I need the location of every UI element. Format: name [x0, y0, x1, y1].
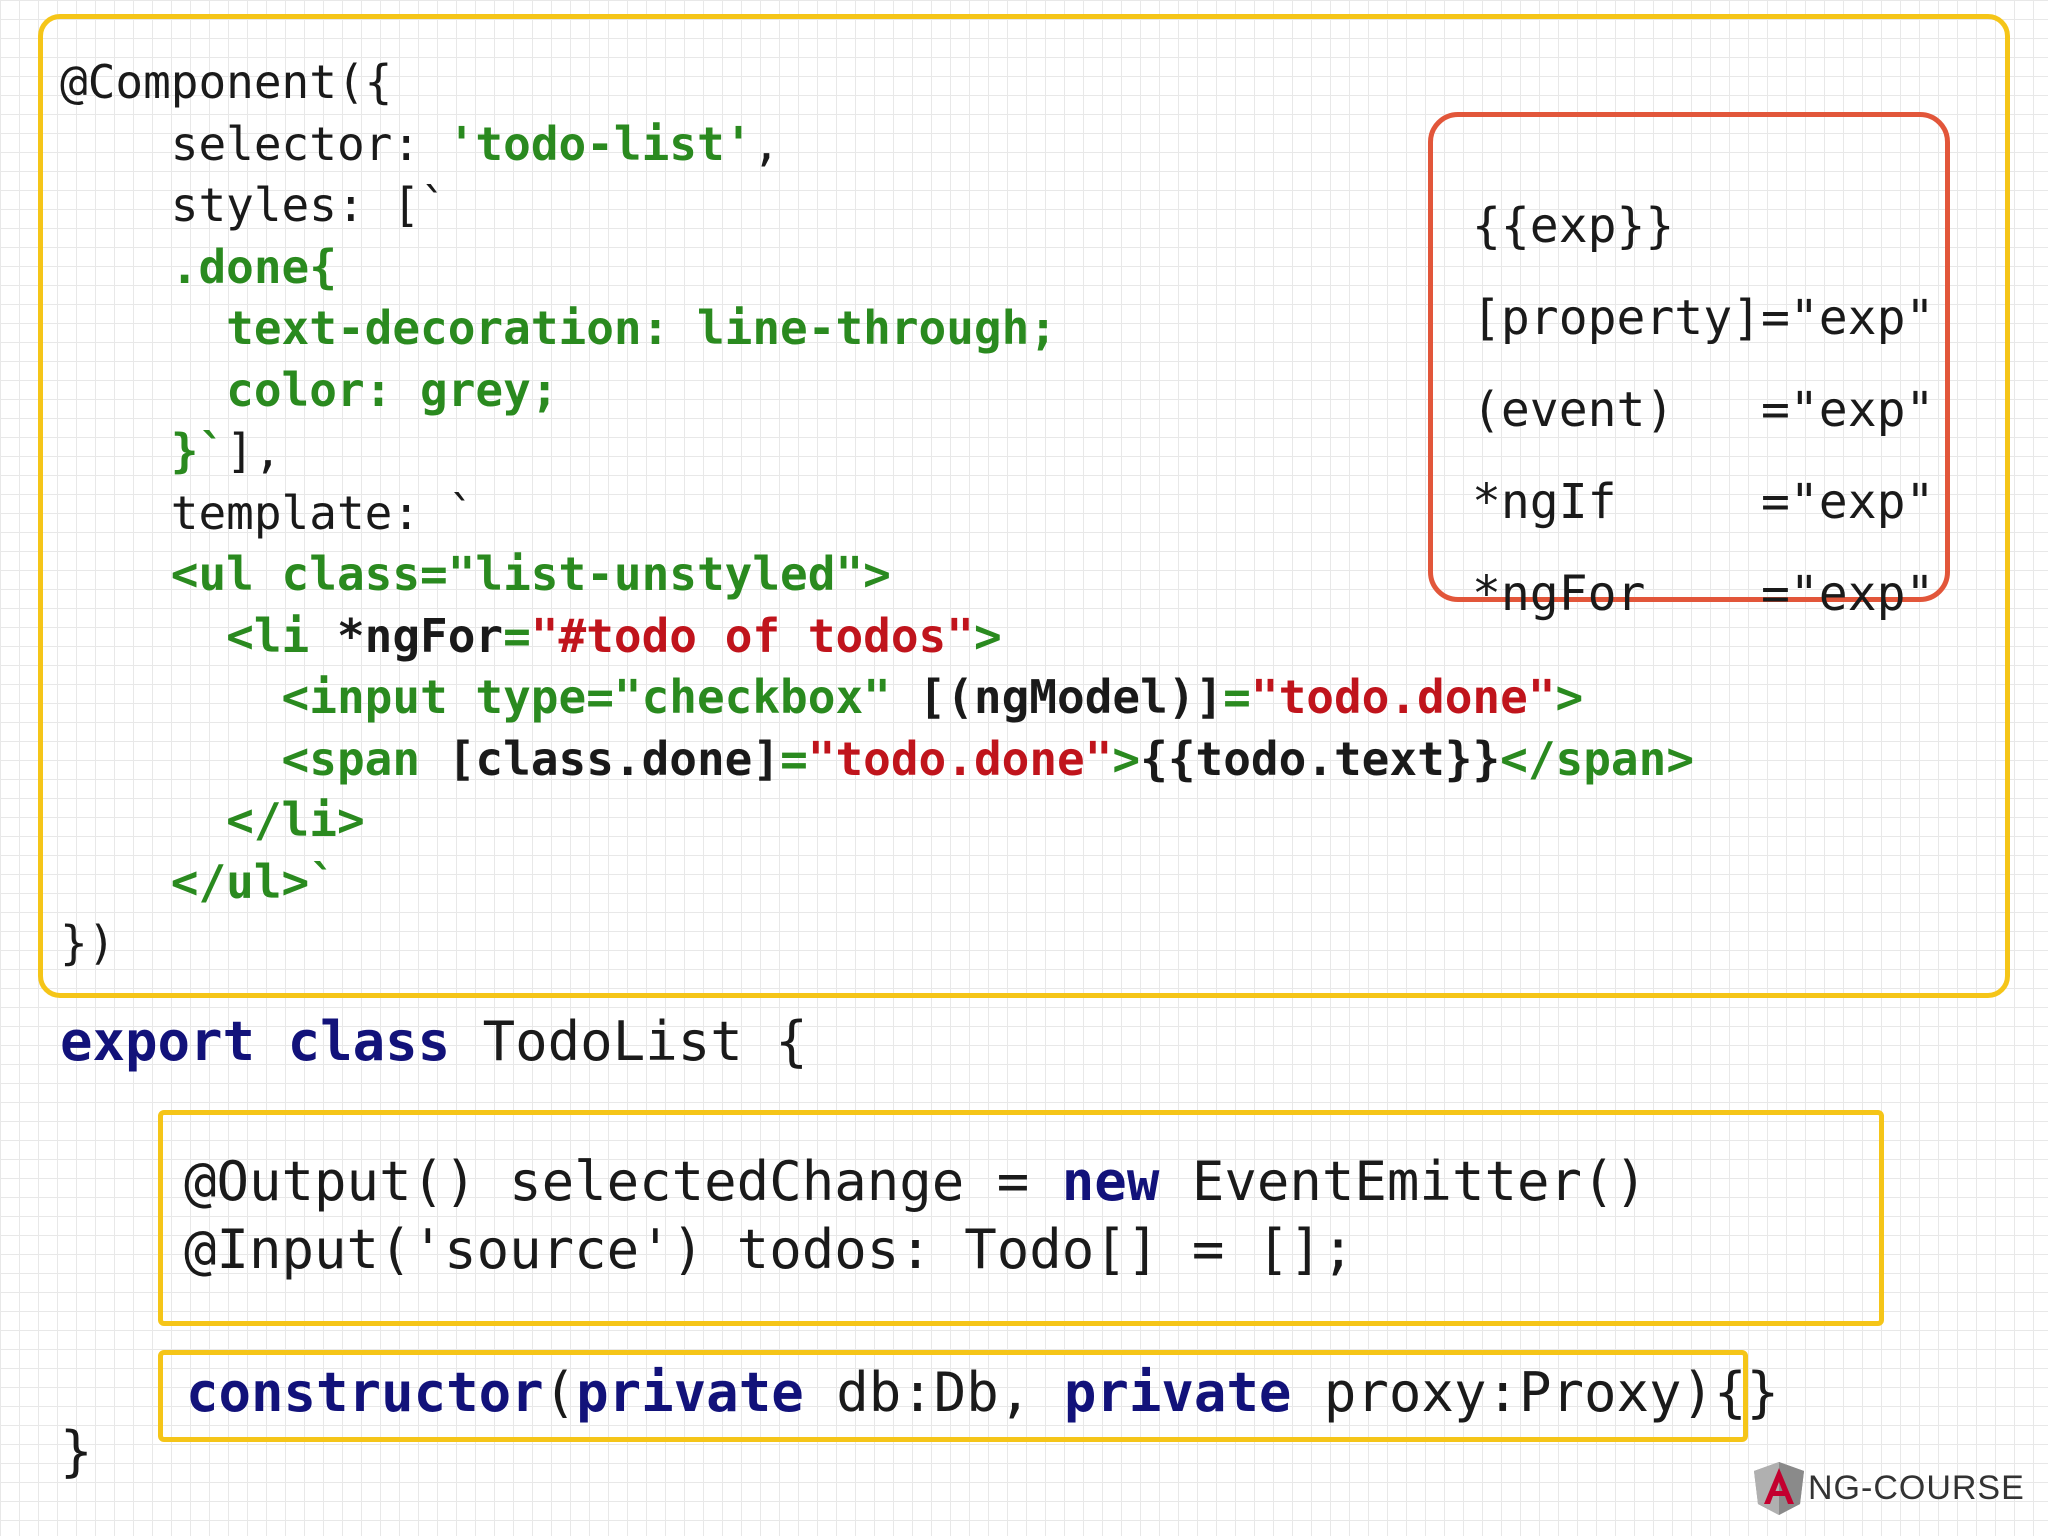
code-line: <input type="checkbox" [(ngModel)]="todo…: [60, 667, 1694, 729]
code-token: =: [780, 731, 808, 786]
code-token: </span>: [1500, 731, 1695, 786]
class-name: TodoList {: [450, 1010, 808, 1073]
output-decl-post: EventEmitter(): [1159, 1150, 1648, 1213]
code-token: selector:: [60, 116, 448, 171]
ctor-param-proxy: proxy:Proxy){}: [1291, 1361, 1780, 1424]
binding-pad: [1617, 474, 1762, 530]
code-token: </ul>`: [60, 854, 337, 909]
private-keyword-2: private: [1063, 1361, 1292, 1424]
code-token: >: [1112, 731, 1141, 786]
binding-value: ="exp": [1760, 290, 1935, 346]
class-closing-brace: }: [60, 1420, 93, 1483]
code-token: <li: [60, 608, 337, 663]
binding-syntax: {{exp}}: [1472, 198, 1675, 254]
input-output-code: @Output() selectedChange = new EventEmit…: [184, 1148, 1647, 1284]
code-token: @Component({: [60, 55, 393, 109]
code-token: ],: [226, 424, 282, 478]
code-line: @Component({: [60, 52, 1694, 114]
code-token: "#todo of todos": [530, 608, 974, 663]
class-declaration: export class TodoList {: [60, 1010, 808, 1073]
code-token: =: [1223, 670, 1251, 724]
code-line: <li *ngFor="#todo of todos">: [60, 606, 1694, 668]
ctor-param-db: db:Db,: [803, 1361, 1064, 1424]
binding-syntax: *ngFor: [1472, 566, 1646, 622]
logo-text: NG-COURSE: [1808, 1468, 2025, 1507]
code-line: </ul>`: [60, 852, 1694, 914]
code-line: <span [class.done]="todo.done">{{todo.te…: [60, 729, 1694, 791]
binding-syntax-item: {{exp}}: [1472, 180, 1934, 272]
code-token: >: [1555, 670, 1584, 724]
code-token: "todo.done": [1250, 670, 1556, 724]
binding-syntax: [property]: [1472, 290, 1761, 346]
binding-pad: [1645, 566, 1761, 622]
code-token: .done{: [60, 239, 337, 294]
new-keyword: new: [1061, 1150, 1160, 1213]
binding-syntax-item: *ngIf ="exp": [1472, 456, 1934, 548]
code-token: >: [973, 608, 1002, 663]
code-token: color: grey;: [60, 362, 559, 417]
binding-syntax-list: {{exp}} [property]="exp" (event) ="exp" *ng…: [1472, 180, 1934, 640]
code-token: {{todo.text}}: [1140, 731, 1501, 786]
export-class-keyword: export class: [60, 1010, 451, 1073]
code-token: }`: [60, 424, 227, 478]
code-token: template: `: [60, 485, 476, 540]
code-token: [class.done]: [447, 731, 781, 786]
binding-syntax-item: (event) ="exp": [1472, 364, 1934, 456]
code-token: }): [60, 916, 116, 970]
code-line: </li>: [60, 790, 1694, 852]
code-token: <span: [60, 731, 448, 786]
code-token: "todo.done": [807, 731, 1113, 786]
binding-pad: [1674, 382, 1761, 438]
binding-value: ="exp": [1761, 474, 1935, 530]
binding-syntax: (event): [1472, 382, 1675, 438]
output-decl-pre: @Output() selectedChange =: [184, 1150, 1062, 1213]
code-token: *ngFor: [336, 608, 504, 663]
ctor-paren: (: [543, 1361, 577, 1424]
binding-value: ="exp": [1760, 566, 1935, 622]
code-token: [(ngModel)]: [918, 670, 1224, 724]
binding-syntax: *ngIf: [1472, 474, 1617, 530]
constructor-keyword: constructor: [186, 1361, 544, 1424]
private-keyword-1: private: [576, 1361, 804, 1424]
code-token: </li>: [60, 793, 365, 847]
code-token: 'todo-list': [447, 116, 753, 171]
ng-course-logo: NG-COURSE: [1752, 1460, 2025, 1516]
binding-syntax-item: [property]="exp": [1472, 272, 1934, 364]
code-token: =: [503, 608, 531, 663]
input-decl: @Input('source') todos: Todo[] = [];: [184, 1218, 1355, 1281]
constructor-code: constructor(private db:Db, private proxy…: [186, 1350, 1779, 1436]
code-line: }): [60, 913, 1694, 975]
code-token: styles: [`: [60, 178, 448, 232]
code-token: <input type="checkbox": [60, 670, 919, 724]
code-token: ,: [752, 116, 781, 171]
binding-value: ="exp": [1761, 382, 1935, 438]
code-token: <ul class="list-unstyled">: [60, 547, 891, 601]
angular-shield-icon: [1754, 1462, 1804, 1515]
binding-syntax-item: *ngFor ="exp": [1472, 548, 1934, 640]
code-token: text-decoration: line-through;: [60, 301, 1057, 355]
